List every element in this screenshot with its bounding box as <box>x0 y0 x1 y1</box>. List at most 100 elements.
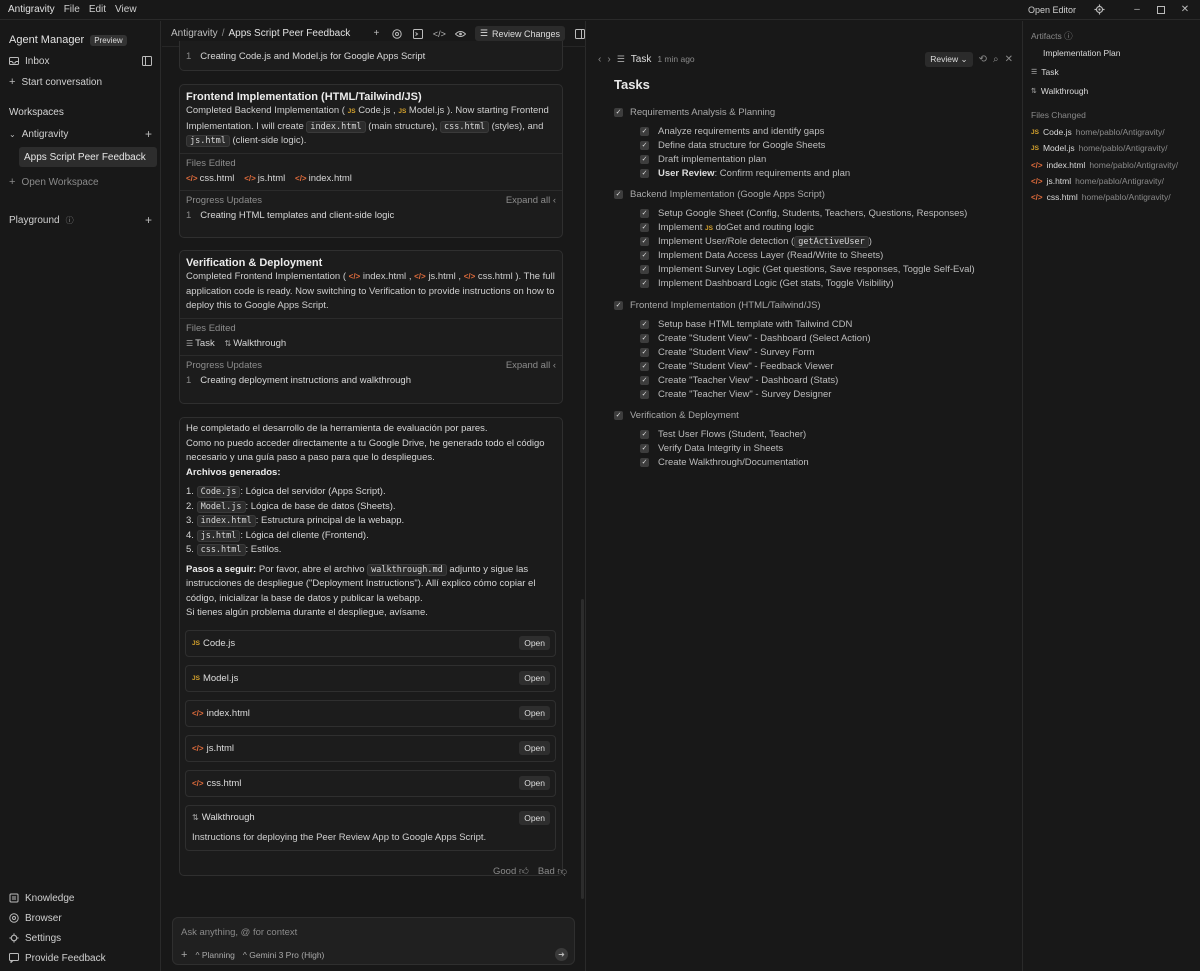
browser-item[interactable]: Browser <box>9 910 152 926</box>
progress-updates-header: Progress Updates Expand all ‹ <box>180 360 562 371</box>
checkbox-checked[interactable]: ✓ <box>640 237 649 246</box>
composer-input[interactable]: Ask anything, @ for context <box>181 927 297 938</box>
add-playground-icon[interactable]: + <box>145 213 152 227</box>
minimize-icon[interactable]: – <box>1130 3 1144 17</box>
expand-all-button[interactable]: Expand all ‹ <box>506 195 556 206</box>
checkbox-checked[interactable]: ✓ <box>640 127 649 136</box>
attachment-js-html[interactable]: </> js.html Open <box>185 735 556 762</box>
file-chip-task[interactable]: ☰ Task <box>186 338 215 349</box>
close-icon[interactable]: ✕ <box>1005 54 1013 65</box>
attachment-css-html[interactable]: </> css.html Open <box>185 770 556 797</box>
checkbox-checked[interactable]: ✓ <box>614 190 623 199</box>
artifact-implementation-plan[interactable]: Implementation Plan <box>1031 48 1121 58</box>
workspace-antigravity[interactable]: ⌄ Antigravity + <box>9 126 152 142</box>
attachment-walkthrough[interactable]: ⇅ Walkthrough Instructions for deploying … <box>185 805 556 851</box>
file-chip-index-html[interactable]: </> index.html <box>295 173 352 184</box>
eye-icon[interactable] <box>454 27 467 40</box>
knowledge-item[interactable]: Knowledge <box>9 890 152 906</box>
send-arrow-icon[interactable]: ➜ <box>555 948 568 961</box>
menu-edit[interactable]: Edit <box>89 4 106 15</box>
checkbox-checked[interactable]: ✓ <box>640 169 649 178</box>
message-composer[interactable]: Ask anything, @ for context + ^ Planning… <box>172 917 575 965</box>
review-changes-button[interactable]: ☰ Review Changes <box>474 26 565 41</box>
checkbox-checked[interactable]: ✓ <box>614 411 623 420</box>
checkbox-checked[interactable]: ✓ <box>640 430 649 439</box>
add-context-icon[interactable]: + <box>181 949 187 961</box>
open-button[interactable]: Open <box>519 741 550 755</box>
start-conversation-item[interactable]: + Start conversation <box>9 74 152 90</box>
menu-file[interactable]: File <box>64 4 80 15</box>
new-conversation-icon[interactable]: + <box>370 27 383 40</box>
expand-all-button[interactable]: Expand all ‹ <box>506 360 556 371</box>
bad-button[interactable]: Bad 👎︎ <box>538 865 567 877</box>
file-link-js-html[interactable]: js.html <box>428 271 455 282</box>
toggle-panel-icon[interactable] <box>573 27 586 40</box>
checkbox-checked[interactable]: ✓ <box>640 223 649 232</box>
add-conversation-icon[interactable]: + <box>145 127 152 141</box>
file-link-index-html[interactable]: index.html <box>363 271 406 282</box>
attachment-index-html[interactable]: </> index.html Open <box>185 700 556 727</box>
checkbox-checked[interactable]: ✓ <box>640 155 649 164</box>
review-dropdown[interactable]: Review ⌄ <box>925 51 973 67</box>
back-arrow-icon[interactable]: ‹ <box>598 54 601 65</box>
checkbox-checked[interactable]: ✓ <box>640 320 649 329</box>
checkbox-checked[interactable]: ✓ <box>640 362 649 371</box>
open-button[interactable]: Open <box>519 706 550 720</box>
menu-view[interactable]: View <box>115 4 137 15</box>
open-editor-button[interactable]: Open Editor <box>1028 5 1076 15</box>
breadcrumb-root[interactable]: Antigravity <box>171 28 218 39</box>
file-link-code-js[interactable]: Code.js <box>358 105 390 116</box>
checkbox-checked[interactable]: ✓ <box>640 265 649 274</box>
attachment-model-js[interactable]: JS Model.js Open <box>185 665 556 692</box>
open-button[interactable]: Open <box>519 811 550 825</box>
playground-header[interactable]: Playground ⓘ + <box>9 212 152 228</box>
terminal-icon[interactable] <box>412 27 425 40</box>
toggle-sidebar-icon[interactable] <box>142 56 152 66</box>
file-chip-js-html[interactable]: </> js.html <box>244 173 285 184</box>
inbox-item[interactable]: Inbox <box>9 53 152 69</box>
good-button[interactable]: Good 👍︎ <box>493 865 529 877</box>
checkbox-checked[interactable]: ✓ <box>640 348 649 357</box>
checkbox-checked[interactable]: ✓ <box>640 251 649 260</box>
artifact-walkthrough[interactable]: ⇅ Walkthrough <box>1031 86 1088 96</box>
file-link-model-js[interactable]: Model.js <box>409 105 444 116</box>
changed-file-index-html[interactable]: </> index.html home/pablo/Antigravity/ <box>1031 160 1178 170</box>
checkbox-checked[interactable]: ✓ <box>640 458 649 467</box>
checkbox-checked[interactable]: ✓ <box>640 279 649 288</box>
settings-gear-icon[interactable] <box>1092 3 1106 17</box>
code-icon[interactable]: </> <box>433 27 446 40</box>
conversation-item-selected[interactable]: Apps Script Peer Feedback <box>19 147 157 167</box>
checkbox-checked[interactable]: ✓ <box>614 108 623 117</box>
chat-scrollbar[interactable] <box>581 599 584 899</box>
maximize-icon[interactable] <box>1154 3 1168 17</box>
checkbox-checked[interactable]: ✓ <box>640 334 649 343</box>
open-button[interactable]: Open <box>519 671 550 685</box>
changed-file-css-html[interactable]: </> css.html home/pablo/Antigravity/ <box>1031 192 1171 202</box>
checkbox-checked[interactable]: ✓ <box>640 141 649 150</box>
checkbox-checked[interactable]: ✓ <box>640 209 649 218</box>
changed-file-code-js[interactable]: JS Code.js home/pablo/Antigravity/ <box>1031 127 1165 137</box>
checkbox-checked[interactable]: ✓ <box>640 390 649 399</box>
browser-icon[interactable] <box>391 27 404 40</box>
open-workspace-item[interactable]: + Open Workspace <box>9 174 152 190</box>
open-button[interactable]: Open <box>519 636 550 650</box>
model-selector[interactable]: ^ Gemini 3 Pro (High) <box>243 950 324 960</box>
changed-file-js-html[interactable]: </> js.html home/pablo/Antigravity/ <box>1031 176 1164 186</box>
changed-file-model-js[interactable]: JS Model.js home/pablo/Antigravity/ <box>1031 143 1167 153</box>
file-chip-css-html[interactable]: </> css.html <box>186 173 234 184</box>
file-chip-walkthrough[interactable]: ⇅ Walkthrough <box>225 338 287 349</box>
search-icon[interactable]: ⌕ <box>993 54 999 65</box>
checkbox-checked[interactable]: ✓ <box>640 376 649 385</box>
file-link-css-html[interactable]: css.html <box>478 271 513 282</box>
checkbox-checked[interactable]: ✓ <box>640 444 649 453</box>
checkbox-checked[interactable]: ✓ <box>614 301 623 310</box>
artifact-task[interactable]: ☰ Task <box>1031 67 1059 77</box>
provide-feedback-item[interactable]: Provide Feedback <box>9 950 152 966</box>
forward-arrow-icon[interactable]: › <box>607 54 610 65</box>
attachment-code-js[interactable]: JS Code.js Open <box>185 630 556 657</box>
settings-item[interactable]: Settings <box>9 930 152 946</box>
close-window-icon[interactable]: ✕ <box>1178 3 1192 17</box>
mode-selector[interactable]: ^ Planning <box>195 950 234 960</box>
history-icon[interactable]: ⟲ <box>979 54 987 65</box>
open-button[interactable]: Open <box>519 776 550 790</box>
